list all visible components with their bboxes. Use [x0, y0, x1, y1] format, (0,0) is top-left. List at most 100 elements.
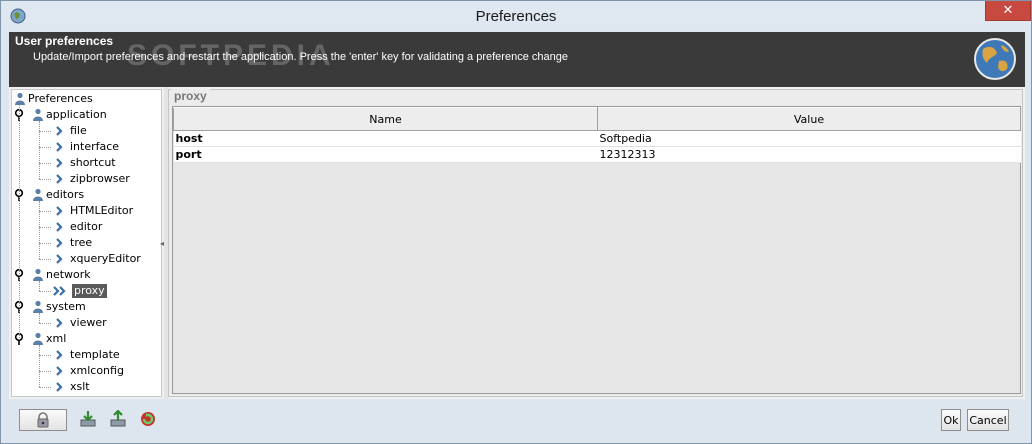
tree-item-xmlconfig[interactable]: xmlconfig — [54, 363, 126, 379]
globe-icon — [974, 38, 1016, 80]
tree-node-label: editor — [70, 220, 103, 233]
tree-connector — [39, 179, 51, 180]
column-header-value[interactable]: Value — [597, 107, 1021, 131]
tree-node-label: viewer — [70, 316, 107, 329]
tree-connector — [39, 131, 51, 132]
tree-node-label: application — [46, 108, 107, 121]
preferences-table: Name Value host Softpedia port 12312313 — [173, 107, 1021, 163]
tree-node-label: system — [46, 300, 86, 313]
tree-connector — [39, 281, 40, 291]
chevron-right-icon — [56, 382, 63, 392]
tree-item-xqueryEditor[interactable]: xqueryEditor — [54, 251, 143, 267]
header-description: Update/Import preferences and restart th… — [33, 51, 568, 63]
tree-item-proxy[interactable]: proxy — [52, 283, 107, 299]
table-row[interactable]: host Softpedia — [173, 130, 1021, 147]
tree-node-label: HTMLEditor — [70, 204, 134, 217]
restart-icon[interactable] — [139, 410, 157, 428]
chevron-right-icon — [56, 206, 63, 216]
panel-title: proxy — [171, 89, 210, 103]
proxy-panel: proxy Name Value host Softpedia port 123… — [168, 89, 1023, 397]
title-bar: Preferences ✕ — [1, 1, 1031, 31]
chevron-right-icon — [56, 222, 63, 232]
chevron-right-icon — [56, 174, 63, 184]
tree-connector — [19, 104, 20, 340]
tree-category-network[interactable]: network — [14, 267, 93, 283]
tree-item-file[interactable]: file — [54, 123, 89, 139]
tree-node-label: interface — [70, 140, 120, 153]
tree-item-shortcut[interactable]: shortcut — [54, 155, 118, 171]
tree-connector — [39, 371, 51, 372]
table-row[interactable]: port 12312313 — [173, 146, 1021, 163]
row-value-cell[interactable]: Softpedia — [597, 130, 1021, 147]
tree-connector — [39, 259, 51, 260]
tree-node-label: editors — [46, 188, 85, 201]
tree-connector — [39, 323, 51, 324]
tree-connector — [39, 227, 51, 228]
tree-item-xslt[interactable]: xslt — [54, 379, 92, 395]
chevron-right-icon — [56, 158, 63, 168]
preferences-tree[interactable]: Preferences application file interface short… — [11, 89, 162, 397]
row-name-cell: host — [173, 130, 598, 147]
tree-item-viewer[interactable]: viewer — [54, 315, 109, 331]
ok-button[interactable]: Ok — [941, 409, 961, 431]
tree-item-interface[interactable]: interface — [54, 139, 121, 155]
tree-item-template[interactable]: template — [54, 347, 122, 363]
tree-category-system[interactable]: system — [14, 299, 88, 315]
tree-node-label: xmlconfig — [70, 364, 124, 377]
tree-connector — [39, 211, 51, 212]
chevron-right-icon — [56, 254, 63, 264]
tree-node-label: xslt — [70, 380, 90, 393]
category-icon — [33, 332, 43, 345]
tree-category-editors[interactable]: editors — [14, 187, 86, 203]
tree-connector — [39, 163, 51, 164]
tree-item-tree[interactable]: tree — [54, 235, 94, 251]
close-button[interactable]: ✕ — [985, 1, 1031, 21]
column-header-name[interactable]: Name — [173, 107, 598, 131]
chevron-right-icon — [56, 142, 63, 152]
bottom-bar: Ok Cancel — [9, 399, 1025, 439]
tree-root-preferences[interactable]: Preferences — [14, 91, 95, 107]
tree-node-label: template — [70, 348, 120, 361]
tree-connector — [39, 243, 51, 244]
tree-connector — [39, 147, 51, 148]
category-icon — [33, 108, 43, 121]
tree-node-label: proxy — [72, 284, 107, 298]
header-title: User preferences — [15, 34, 114, 48]
tree-category-application[interactable]: application — [14, 107, 109, 123]
export-icon[interactable] — [109, 410, 127, 428]
category-icon — [33, 188, 43, 201]
import-icon[interactable] — [79, 410, 97, 428]
tree-item-HTMLEditor[interactable]: HTMLEditor — [54, 203, 135, 219]
content-area: Preferences application file interface short… — [9, 87, 1025, 399]
tree-item-zipbrowser[interactable]: zipbrowser — [54, 171, 132, 187]
close-icon: ✕ — [1002, 3, 1014, 18]
preferences-table-container: Name Value host Softpedia port 12312313 — [172, 106, 1021, 394]
tree-node-label: xqueryEditor — [70, 252, 141, 265]
tree-node-label: Preferences — [28, 92, 93, 105]
tree-connector — [39, 387, 51, 388]
lock-icon — [37, 412, 49, 428]
header-banner: SOFTPEDIA User preferences Update/Import… — [9, 32, 1025, 87]
tree-node-label: xml — [46, 332, 67, 345]
preferences-window: Preferences ✕ SOFTPEDIA User preferences… — [0, 0, 1032, 444]
chevron-right-icon — [56, 126, 63, 136]
window-title: Preferences — [475, 8, 557, 25]
chevron-right-icon — [56, 318, 63, 328]
lock-button[interactable] — [19, 409, 67, 431]
tree-connector — [39, 355, 51, 356]
cancel-button[interactable]: Cancel — [967, 409, 1009, 431]
tree-connector — [39, 291, 51, 292]
category-icon — [33, 268, 43, 281]
tree-node-label: file — [70, 124, 87, 137]
tree-category-xml[interactable]: xml — [14, 331, 68, 347]
preferences-root-icon — [15, 92, 25, 105]
splitter-grip-icon[interactable]: ◂ — [160, 239, 166, 248]
tree-node-label: network — [46, 268, 91, 281]
chevron-right-icon — [56, 238, 63, 248]
tree-connector — [39, 201, 40, 259]
category-icon — [33, 300, 43, 313]
row-value-cell[interactable]: 12312313 — [597, 146, 1021, 163]
tree-item-editor[interactable]: editor — [54, 219, 104, 235]
row-name-cell: port — [173, 146, 598, 163]
tree-node-label: shortcut — [70, 156, 116, 169]
